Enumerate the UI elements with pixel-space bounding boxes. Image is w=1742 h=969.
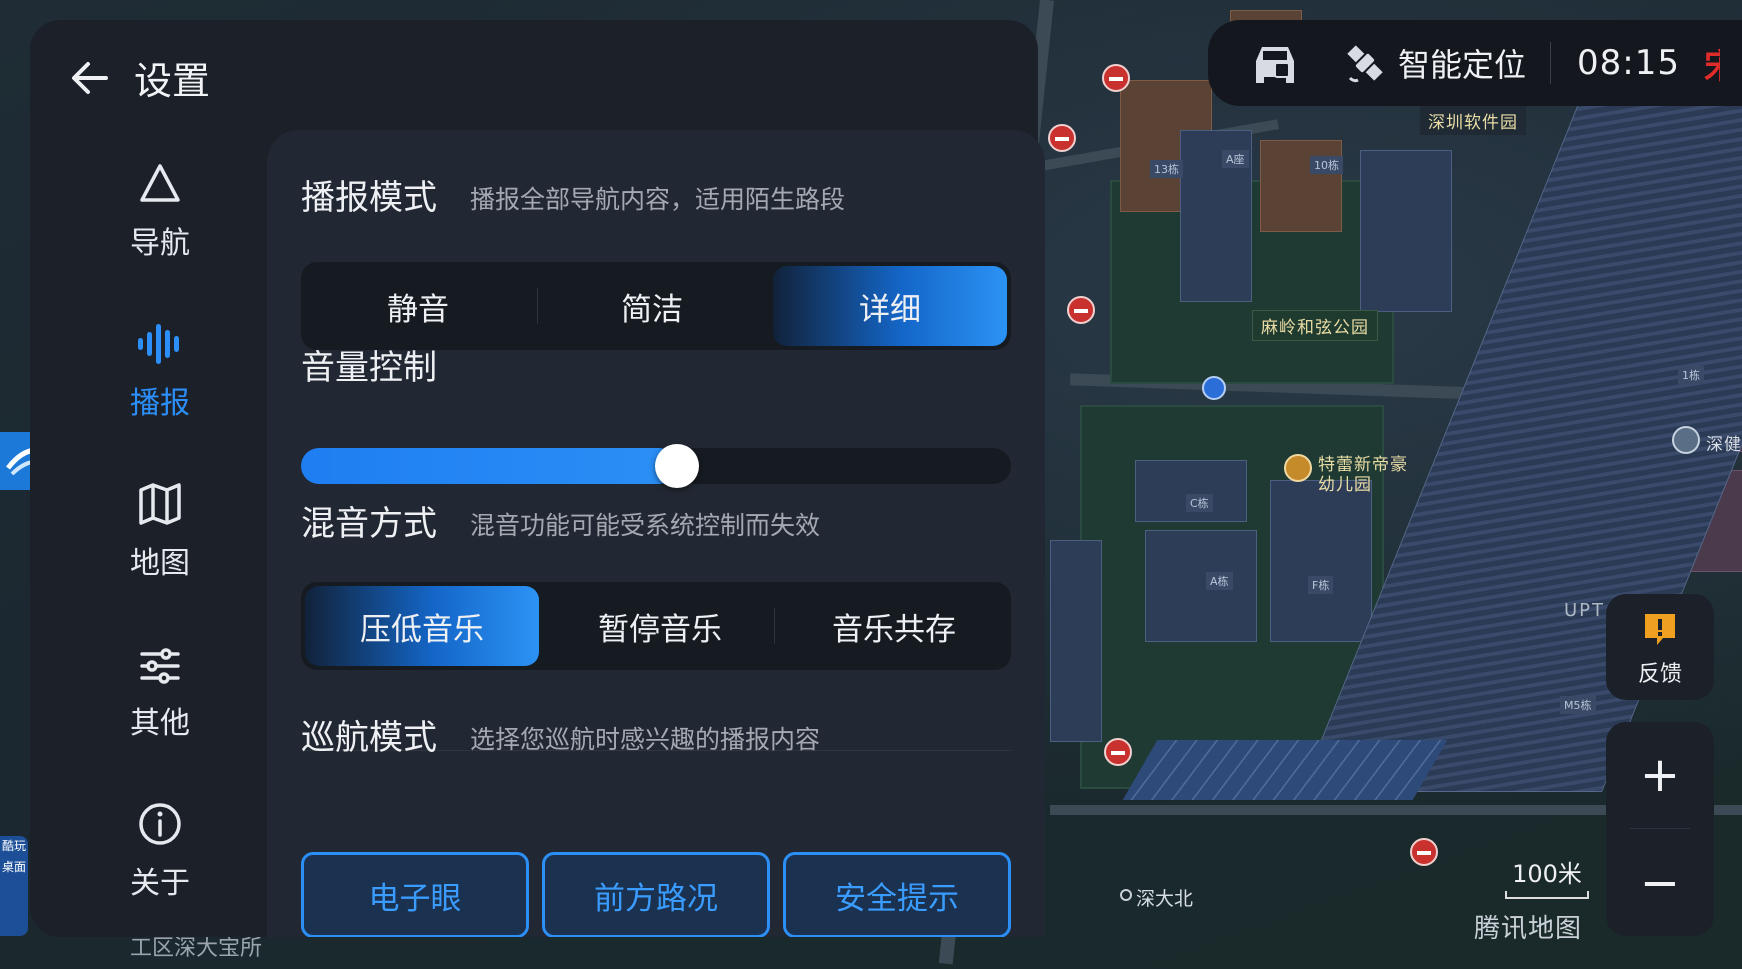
zoom-out-button[interactable]: −	[1606, 830, 1714, 936]
info-icon	[139, 803, 181, 845]
cruise-mode-subtitle: 选择您巡航时感兴趣的播报内容	[470, 725, 821, 754]
location-mode-label[interactable]: 智能定位	[1398, 40, 1526, 86]
cruise-chip-speed-camera[interactable]: 电子眼	[301, 852, 529, 937]
map-icon	[139, 483, 181, 525]
map-brand-logo: 腾讯地图	[1474, 914, 1583, 944]
sidebar-item-broadcast[interactable]: 播报	[70, 320, 250, 440]
school-poi-icon[interactable]	[1284, 454, 1312, 482]
sidebar-item-label: 导航	[130, 226, 190, 261]
scale-label: 100米	[1512, 860, 1582, 888]
scale-bar	[1505, 891, 1589, 899]
building-tag: A栋	[1206, 572, 1233, 590]
broadcast-mode-subtitle: 播报全部导航内容，适用陌生路段	[470, 185, 846, 214]
broadcast-mode-selector: 静音 简洁 详细	[301, 262, 1011, 350]
poi-label-software-park[interactable]: 深圳软件园	[1420, 106, 1526, 135]
building-tag: A座	[1222, 150, 1249, 168]
broadcast-option-concise[interactable]: 简洁	[535, 262, 769, 350]
zoom-divider	[1630, 828, 1690, 829]
sidebar-item-label: 地图	[130, 546, 190, 581]
mixing-option-coexist[interactable]: 音乐共存	[777, 582, 1011, 670]
clock: 08:15	[1577, 43, 1680, 83]
segment-divider	[537, 288, 538, 324]
segment-divider	[774, 608, 775, 644]
no-entry-marker	[1102, 64, 1130, 92]
sidebar-item-about[interactable]: 关于	[70, 800, 250, 920]
satellite-icon	[1347, 45, 1383, 83]
building-tag: M5栋	[1560, 696, 1596, 714]
no-entry-marker	[1104, 738, 1132, 766]
back-arrow-icon[interactable]	[66, 54, 114, 102]
poi-label-kindergarten-line2[interactable]: 幼儿园	[1318, 470, 1372, 495]
feedback-alert-icon	[1645, 614, 1675, 645]
zoom-in-button[interactable]: +	[1606, 722, 1714, 828]
settings-panel: 设置 导航 播报 地图 其他 关于 播报模式 播报全部导航内容，适用陌生路段 静…	[30, 20, 1045, 937]
poi-label-shen-jian[interactable]: 深健	[1706, 430, 1742, 455]
sidebar-item-label: 其他	[130, 706, 190, 741]
desktop-side-tab[interactable]: 酷玩桌面	[0, 836, 28, 936]
building-tag: C栋	[1186, 494, 1213, 512]
building-tag: F栋	[1308, 576, 1334, 594]
mixing-subtitle: 混音功能可能受系统控制而失效	[470, 511, 821, 540]
panel-title: 设置	[134, 59, 211, 103]
no-entry-marker	[1048, 124, 1076, 152]
sidebar-item-navigation[interactable]: 导航	[70, 160, 250, 280]
status-divider	[1550, 42, 1552, 84]
mixing-option-pause-music[interactable]: 暂停音乐	[543, 582, 777, 670]
sidebar-item-map[interactable]: 地图	[70, 480, 250, 600]
building-poi-icon[interactable]	[1672, 426, 1700, 454]
building-tag: 10栋	[1310, 156, 1343, 174]
broadcast-settings-card: 播报模式 播报全部导航内容，适用陌生路段 静音 简洁 详细 音量控制 混音方式 …	[267, 130, 1045, 937]
volume-slider-fill	[301, 448, 678, 484]
sound-wave-icon	[138, 324, 179, 364]
broadcast-option-mute[interactable]: 静音	[301, 262, 535, 350]
no-entry-marker	[1067, 296, 1095, 324]
car-icon[interactable]	[1250, 41, 1300, 85]
no-entry-marker	[1410, 838, 1438, 866]
bus-stop-icon[interactable]	[1202, 376, 1226, 400]
broadcast-mode-title: 播报模式	[301, 178, 437, 218]
sidebar-item-other[interactable]: 其他	[70, 640, 250, 760]
cruise-mode-title: 巡航模式	[301, 718, 437, 758]
mixing-option-lower-music[interactable]: 压低音乐	[305, 586, 539, 666]
sliders-icon	[140, 648, 180, 684]
navigation-triangle-icon	[140, 164, 180, 202]
building-tag: 13栋	[1150, 160, 1183, 178]
subway-station-icon	[1120, 889, 1132, 901]
poi-label-park[interactable]: 麻岭和弦公园	[1252, 310, 1378, 341]
notification-glyph-icon: 宋	[1704, 39, 1720, 88]
upt-label: UPT	[1564, 600, 1606, 621]
sidebar-item-label: 关于	[130, 866, 190, 901]
feedback-button[interactable]: 反馈	[1606, 594, 1714, 700]
feedback-label: 反馈	[1637, 662, 1682, 687]
cruise-chip-road-ahead[interactable]: 前方路况	[542, 852, 770, 937]
cruise-chip-safety-tips[interactable]: 安全提示	[783, 852, 1011, 937]
mixing-mode-selector: 压低音乐 暂停音乐 音乐共存	[301, 582, 1011, 670]
mixing-title: 混音方式	[301, 504, 437, 544]
subway-station-label[interactable]: 深大北	[1136, 884, 1193, 911]
broadcast-option-detailed[interactable]: 详细	[773, 266, 1007, 346]
panel-header: 设置	[66, 50, 210, 105]
building-tag: 1栋	[1678, 366, 1704, 384]
map-scale: 100米	[1505, 854, 1589, 899]
volume-title: 音量控制	[301, 348, 437, 388]
volume-slider[interactable]	[301, 444, 1011, 488]
sidebar-item-label: 播报	[130, 386, 190, 421]
cruise-options: 电子眼 前方路况 安全提示	[301, 852, 1011, 937]
status-bar: 智能定位 08:15 宋	[1208, 20, 1742, 106]
volume-slider-thumb[interactable]	[655, 444, 700, 488]
zoom-controls: + −	[1606, 722, 1714, 936]
